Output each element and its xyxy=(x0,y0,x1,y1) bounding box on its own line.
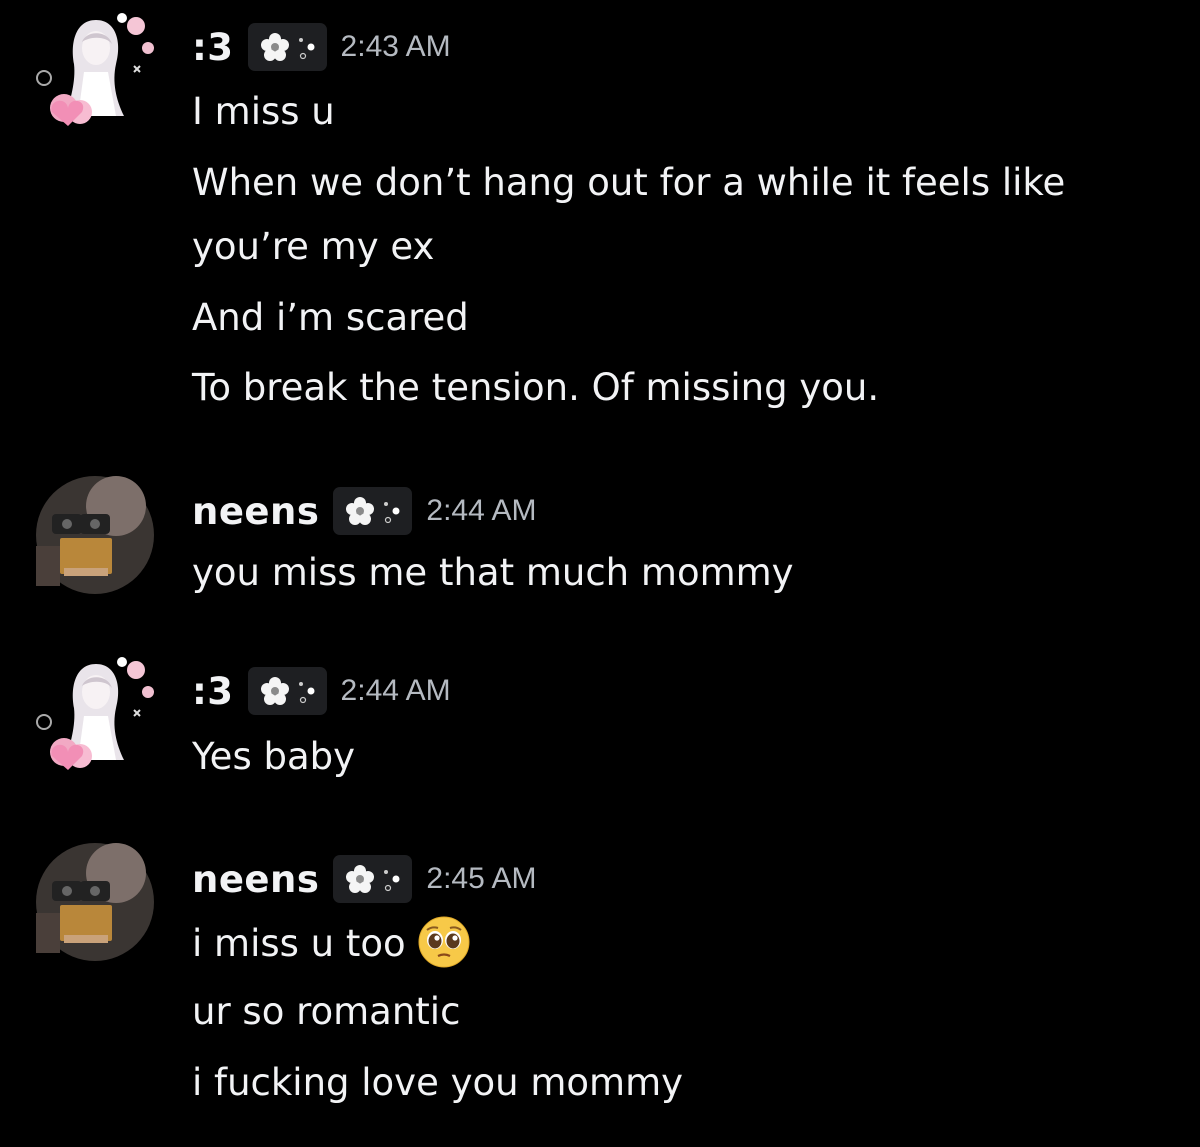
user-tag[interactable] xyxy=(247,23,327,71)
timestamp: 2:43 AM xyxy=(340,30,451,63)
dots-icon xyxy=(384,870,400,892)
wall-e-avatar-icon xyxy=(36,476,154,594)
anime-girl-hearts-avatar-icon xyxy=(36,657,154,770)
message-text: And i’m scared xyxy=(192,296,469,339)
pleading-face-emoji-icon xyxy=(418,916,470,968)
message-header: neens 2:45 AM xyxy=(192,854,536,904)
user-tag[interactable] xyxy=(333,487,413,535)
message-header: :3 2:44 AM xyxy=(192,666,451,716)
message-text: i fucking love you mommy xyxy=(192,1061,684,1104)
message-text: you’re my ex xyxy=(192,225,435,268)
username[interactable]: :3 xyxy=(192,670,234,713)
message-text: ur so romantic xyxy=(192,990,461,1033)
flower-icon xyxy=(260,33,289,61)
wall-e-avatar-icon xyxy=(36,843,154,961)
timestamp: 2:44 AM xyxy=(340,674,451,707)
user-tag[interactable] xyxy=(247,667,327,715)
avatar[interactable] xyxy=(36,656,154,774)
dots-icon xyxy=(298,38,315,60)
timestamp: 2:45 AM xyxy=(426,862,537,895)
flower-icon xyxy=(260,677,289,705)
username[interactable]: neens xyxy=(192,490,319,533)
user-tag[interactable] xyxy=(333,855,413,903)
username[interactable]: :3 xyxy=(192,26,234,69)
anime-girl-hearts-avatar-icon xyxy=(36,13,154,126)
message-text: i miss u too xyxy=(192,916,470,969)
flower-icon xyxy=(346,865,375,893)
message-text: When we don’t hang out for a while it fe… xyxy=(192,161,1066,204)
username[interactable]: neens xyxy=(192,858,319,901)
message-text-content: i miss u too xyxy=(192,922,406,965)
message-text: Yes baby xyxy=(192,735,356,778)
flower-icon xyxy=(346,497,375,525)
avatar[interactable] xyxy=(36,843,154,961)
message-text: I miss u xyxy=(192,90,335,133)
timestamp: 2:44 AM xyxy=(426,494,537,527)
dots-icon xyxy=(384,502,400,524)
message-text: you miss me that much mommy xyxy=(192,551,794,594)
avatar[interactable] xyxy=(36,476,154,594)
message-header: neens 2:44 AM xyxy=(192,486,536,536)
avatar[interactable] xyxy=(36,12,154,130)
message-text: To break the tension. Of missing you. xyxy=(192,366,880,409)
dots-icon xyxy=(298,682,315,704)
message-header: :3 2:43 AM xyxy=(192,22,451,72)
